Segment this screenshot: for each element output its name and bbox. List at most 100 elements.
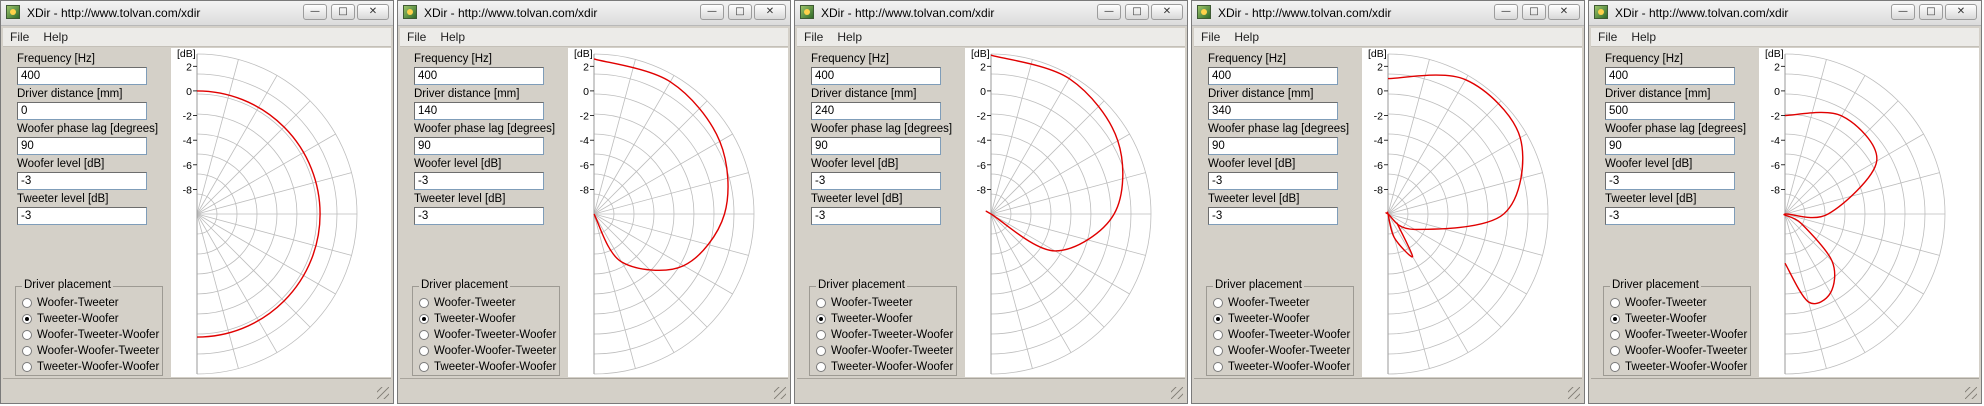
frequency-input[interactable] [414,67,544,85]
placement-option[interactable]: Woofer-Tweeter [1610,297,1707,309]
placement-option[interactable]: Woofer-Tweeter-Woofer [1610,329,1747,341]
minimize-button[interactable]: — [1891,4,1915,20]
radio-button[interactable] [1213,314,1223,324]
title-bar[interactable]: XDir - http://www.tolvan.com/xdir — □ ✕ [398,1,790,26]
menu-file[interactable]: File [400,30,433,44]
radio-button[interactable] [816,314,826,324]
woofer-phase-lag-input[interactable] [811,137,941,155]
placement-option[interactable]: Tweeter-Woofer [1610,313,1707,325]
placement-option[interactable]: Woofer-Woofer-Tweeter [1213,345,1350,357]
minimize-button[interactable]: — [303,4,327,20]
tweeter-level-input[interactable] [414,207,544,225]
close-button[interactable]: ✕ [1151,4,1183,20]
tweeter-level-input[interactable] [811,207,941,225]
menu-help[interactable]: Help [830,30,869,44]
radio-button[interactable] [419,330,429,340]
radio-button[interactable] [816,362,826,372]
minimize-button[interactable]: — [1097,4,1121,20]
radio-button[interactable] [22,346,32,356]
driver-distance-input[interactable] [1208,102,1338,120]
radio-button[interactable] [1610,362,1620,372]
minimize-button[interactable]: — [1494,4,1518,20]
placement-option[interactable]: Woofer-Woofer-Tweeter [1610,345,1747,357]
maximize-button[interactable]: □ [1125,4,1149,20]
close-button[interactable]: ✕ [357,4,389,20]
driver-distance-input[interactable] [414,102,544,120]
driver-distance-input[interactable] [1605,102,1735,120]
title-bar[interactable]: XDir - http://www.tolvan.com/xdir — □ ✕ [795,1,1187,26]
frequency-input[interactable] [1208,67,1338,85]
placement-option[interactable]: Tweeter-Woofer [816,313,913,325]
resize-grip-icon[interactable] [1171,387,1183,399]
maximize-button[interactable]: □ [728,4,752,20]
driver-distance-input[interactable] [811,102,941,120]
placement-option[interactable]: Woofer-Tweeter [1213,297,1310,309]
resize-grip-icon[interactable] [377,387,389,399]
woofer-level-input[interactable] [17,172,147,190]
menu-help[interactable]: Help [1624,30,1663,44]
radio-button[interactable] [419,346,429,356]
driver-distance-input[interactable] [17,102,147,120]
woofer-phase-lag-input[interactable] [1605,137,1735,155]
radio-button[interactable] [1610,298,1620,308]
maximize-button[interactable]: □ [331,4,355,20]
radio-button[interactable] [816,346,826,356]
radio-button[interactable] [1213,346,1223,356]
title-bar[interactable]: XDir - http://www.tolvan.com/xdir — □ ✕ [1192,1,1584,26]
radio-button[interactable] [816,298,826,308]
placement-option[interactable]: Tweeter-Woofer [1213,313,1310,325]
woofer-level-input[interactable] [1208,172,1338,190]
radio-button[interactable] [22,298,32,308]
placement-option[interactable]: Tweeter-Woofer-Woofer [22,361,159,373]
placement-option[interactable]: Tweeter-Woofer-Woofer [419,361,556,373]
radio-button[interactable] [1213,362,1223,372]
title-bar[interactable]: XDir - http://www.tolvan.com/xdir — □ ✕ [1,1,393,26]
woofer-phase-lag-input[interactable] [1208,137,1338,155]
title-bar[interactable]: XDir - http://www.tolvan.com/xdir — □ ✕ [1589,1,1981,26]
radio-button[interactable] [816,330,826,340]
placement-option[interactable]: Tweeter-Woofer-Woofer [1213,361,1350,373]
radio-button[interactable] [1213,330,1223,340]
tweeter-level-input[interactable] [1208,207,1338,225]
placement-option[interactable]: Tweeter-Woofer [419,313,516,325]
frequency-input[interactable] [1605,67,1735,85]
resize-grip-icon[interactable] [1965,387,1977,399]
radio-button[interactable] [22,362,32,372]
tweeter-level-input[interactable] [17,207,147,225]
radio-button[interactable] [1610,346,1620,356]
placement-option[interactable]: Tweeter-Woofer [22,313,119,325]
radio-button[interactable] [1213,298,1223,308]
woofer-phase-lag-input[interactable] [414,137,544,155]
radio-button[interactable] [419,298,429,308]
placement-option[interactable]: Woofer-Tweeter-Woofer [419,329,556,341]
placement-option[interactable]: Tweeter-Woofer-Woofer [816,361,953,373]
radio-button[interactable] [419,314,429,324]
placement-option[interactable]: Woofer-Tweeter [816,297,913,309]
tweeter-level-input[interactable] [1605,207,1735,225]
placement-option[interactable]: Woofer-Woofer-Tweeter [816,345,953,357]
radio-button[interactable] [1610,330,1620,340]
menu-help[interactable]: Help [1227,30,1266,44]
menu-file[interactable]: File [1194,30,1227,44]
placement-option[interactable]: Woofer-Tweeter-Woofer [816,329,953,341]
menu-help[interactable]: Help [36,30,75,44]
woofer-level-input[interactable] [811,172,941,190]
close-button[interactable]: ✕ [754,4,786,20]
menu-help[interactable]: Help [433,30,472,44]
maximize-button[interactable]: □ [1522,4,1546,20]
menu-file[interactable]: File [3,30,36,44]
close-button[interactable]: ✕ [1548,4,1580,20]
menu-file[interactable]: File [1591,30,1624,44]
woofer-level-input[interactable] [1605,172,1735,190]
placement-option[interactable]: Woofer-Woofer-Tweeter [419,345,556,357]
radio-button[interactable] [22,330,32,340]
close-button[interactable]: ✕ [1945,4,1977,20]
maximize-button[interactable]: □ [1919,4,1943,20]
woofer-phase-lag-input[interactable] [17,137,147,155]
placement-option[interactable]: Woofer-Tweeter-Woofer [1213,329,1350,341]
resize-grip-icon[interactable] [1568,387,1580,399]
frequency-input[interactable] [17,67,147,85]
minimize-button[interactable]: — [700,4,724,20]
placement-option[interactable]: Woofer-Tweeter [22,297,119,309]
radio-button[interactable] [22,314,32,324]
